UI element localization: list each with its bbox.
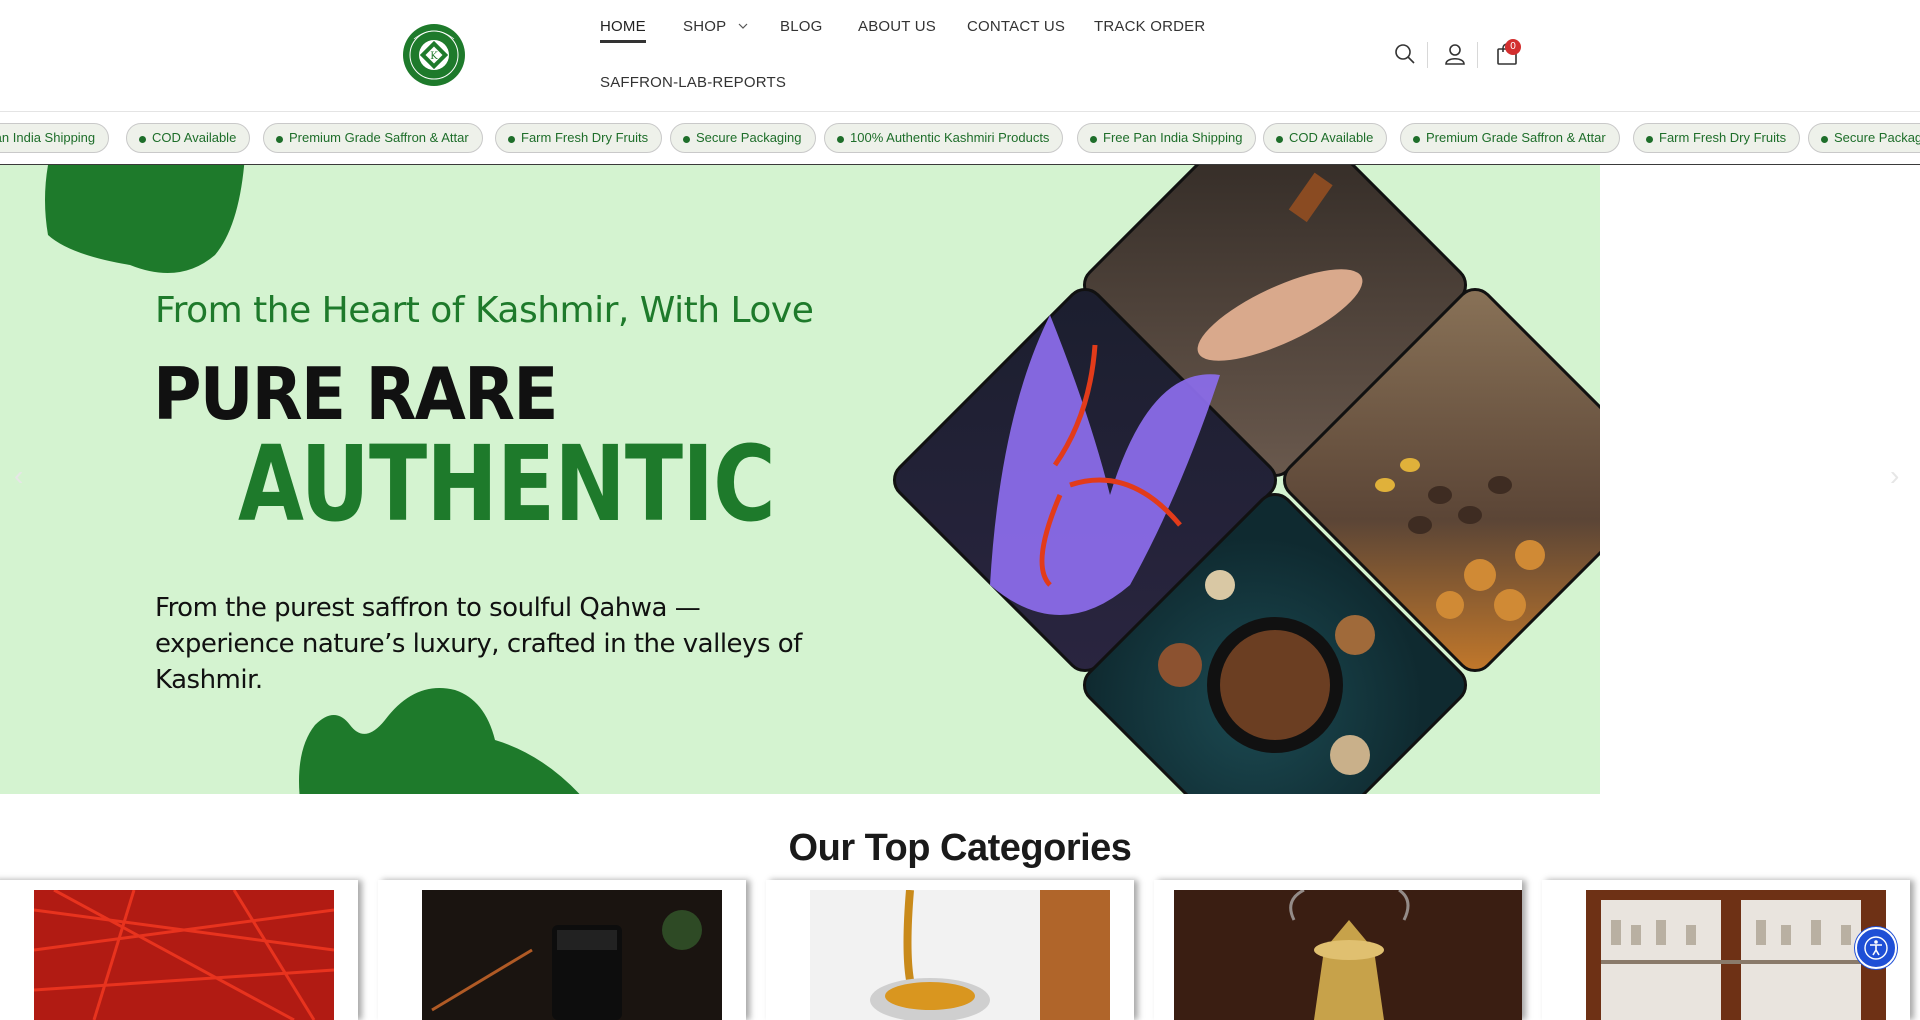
header-divider bbox=[1427, 42, 1428, 68]
category-card[interactable] bbox=[378, 880, 746, 1020]
hero-prev-arrow[interactable]: ‹ bbox=[14, 460, 23, 492]
hero-description: From the purest saffron to soulful Qahwa… bbox=[155, 593, 802, 695]
ticker-item: Farm Fresh Dry Fruits bbox=[495, 123, 663, 153]
ticker-item: Secure Packaging bbox=[670, 123, 816, 153]
ticker-item: 100% Authentic Kashmiri Products bbox=[824, 123, 1064, 153]
hero-product-collage bbox=[892, 165, 1600, 794]
nav-active-underline bbox=[600, 40, 646, 43]
nav-about-us[interactable]: ABOUT US bbox=[858, 18, 936, 35]
category-card[interactable] bbox=[766, 880, 1134, 1020]
hero-subtitle: From the Heart of Kashmir, With Love bbox=[155, 290, 814, 331]
ticker-item: Farm Fresh Dry Fruits bbox=[1633, 123, 1801, 153]
search-icon[interactable] bbox=[1393, 42, 1417, 66]
nav-shop[interactable]: SHOP bbox=[683, 18, 748, 35]
category-image-kahwa bbox=[1174, 890, 1522, 1020]
chevron-down-icon bbox=[738, 23, 748, 29]
nav-saffron-lab-reports[interactable]: SAFFRON-LAB-REPORTS bbox=[600, 74, 786, 91]
nav-contact-us[interactable]: CONTACT US bbox=[967, 18, 1065, 35]
kashmir-cart-logo[interactable]: K bbox=[402, 21, 466, 89]
category-image-honey bbox=[810, 890, 1110, 1020]
nav-blog[interactable]: BLOG bbox=[780, 18, 822, 35]
ticker-item: Free Pan India Shipping bbox=[1077, 123, 1257, 153]
category-image-attar bbox=[422, 890, 722, 1020]
ticker-item: Premium Grade Saffron & Attar bbox=[263, 123, 483, 153]
site-header: K HOME SHOP BLOG ABOUT US CONTACT US TRA… bbox=[0, 0, 1920, 112]
nav-home[interactable]: HOME bbox=[600, 18, 646, 43]
hero-next-arrow[interactable]: › bbox=[1890, 460, 1899, 492]
category-image-saffron bbox=[34, 890, 334, 1020]
ticker-item: COD Available bbox=[1263, 123, 1388, 153]
header-divider bbox=[1477, 42, 1478, 68]
ticker-item: Pan India Shipping bbox=[0, 123, 110, 153]
announcement-ticker: Pan India Shipping COD Available Premium… bbox=[0, 113, 1920, 165]
cart-count-badge: 0 bbox=[1505, 39, 1521, 55]
hero-title-line2: AUTHENTIC bbox=[238, 423, 776, 545]
nav-shop-label: SHOP bbox=[683, 18, 727, 35]
nav-track-order[interactable]: TRACK ORDER bbox=[1094, 18, 1205, 35]
category-card[interactable] bbox=[0, 880, 358, 1020]
decorative-blob bbox=[45, 165, 245, 273]
user-icon[interactable] bbox=[1443, 42, 1467, 66]
section-title: Our Top Categories bbox=[788, 827, 1132, 869]
hero-banner: From the Heart of Kashmir, With Love PUR… bbox=[0, 165, 1600, 794]
ticker-item: Secure Packagi bbox=[1808, 123, 1920, 153]
accessibility-button[interactable] bbox=[1855, 927, 1897, 969]
ticker-item: COD Available bbox=[126, 123, 251, 153]
category-image-perfume-shelf bbox=[1586, 890, 1886, 1020]
ticker-item: Premium Grade Saffron & Attar bbox=[1400, 123, 1620, 153]
accessibility-icon bbox=[1864, 936, 1888, 960]
svg-text:K: K bbox=[430, 51, 438, 62]
category-card[interactable] bbox=[1154, 880, 1522, 1020]
nav-home-label: HOME bbox=[600, 18, 646, 35]
